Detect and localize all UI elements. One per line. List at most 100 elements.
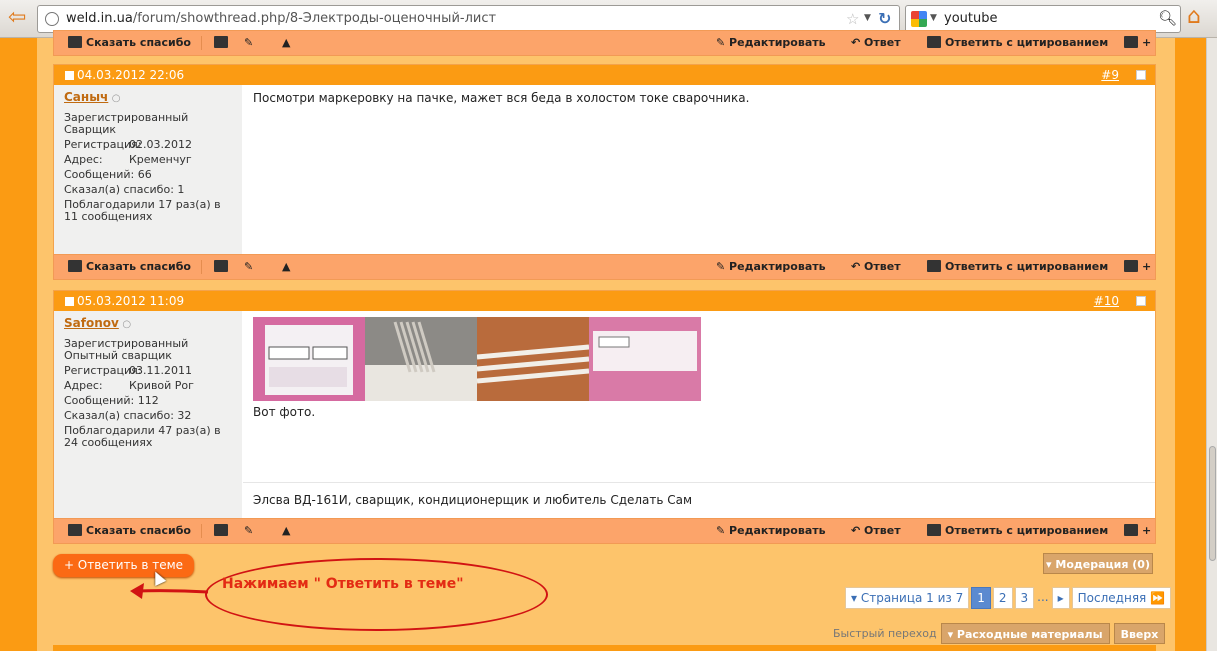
thanks-given-value: 1 [177, 183, 185, 196]
scrollbar[interactable] [1206, 38, 1217, 651]
attachment-image[interactable] [365, 317, 477, 401]
last-page-button[interactable]: Последняя ⏩ [1071, 587, 1172, 609]
url-text[interactable]: weld.in.ua/forum/showthread.php/8-Электр… [66, 11, 496, 26]
ip-button[interactable] [214, 519, 232, 543]
multiquote-button[interactable]: + [1124, 255, 1151, 279]
annotation-ellipse [205, 558, 548, 631]
reload-icon[interactable]: ↻ [878, 9, 898, 29]
page-2[interactable]: 2 [992, 587, 1013, 609]
ip-button[interactable] [214, 255, 232, 279]
username-link[interactable]: Саныч [64, 90, 108, 104]
search-engine-dropdown-icon[interactable]: ▼ [930, 13, 937, 23]
search-bar[interactable]: ▼ youtube 🔍︎ [905, 5, 1181, 33]
thanks-given-value: 32 [177, 409, 192, 422]
registration-label: Регистрация: [64, 364, 142, 377]
google-icon[interactable] [911, 11, 927, 27]
thanks-button[interactable]: Сказать спасибо [68, 519, 191, 543]
reply-label: Ответ [864, 260, 901, 273]
post-number-link[interactable]: #10 [1094, 291, 1119, 311]
back-to-top-button[interactable]: Вверх [1113, 623, 1166, 644]
ip-button[interactable] [214, 31, 232, 55]
edit-button[interactable]: ✎ Редактировать [716, 31, 826, 55]
quote-label: Ответить с цитированием [945, 36, 1109, 49]
username-link[interactable]: Safonov [64, 316, 119, 330]
registration-date: 02.03.2012 [129, 138, 192, 151]
scrollbar-thumb[interactable] [1209, 446, 1216, 561]
forum-jump-select[interactable]: ▾ Расходные материалы [940, 623, 1110, 644]
user-thanks-given: Сказал(а) спасибо: 32 [64, 410, 232, 422]
thanks-button[interactable]: Сказать спасибо [68, 255, 191, 279]
reply-button[interactable]: ↶ Ответ [851, 519, 901, 543]
post-9: 04.03.2012 22:06 #9 Саныч ○ Зарегистриро… [53, 64, 1156, 255]
post-select-checkbox[interactable] [1136, 70, 1146, 80]
attachment-image[interactable] [253, 317, 365, 401]
address-bar[interactable]: weld.in.ua/forum/showthread.php/8-Электр… [37, 5, 900, 33]
multiquote-icon [1124, 260, 1138, 272]
post-icon [65, 297, 74, 306]
thanks-label: Сказать спасибо [86, 36, 191, 49]
reply-button[interactable]: ↶ Ответ [851, 255, 901, 279]
bookmark-star-icon[interactable]: ☆ [846, 10, 859, 28]
report-icon[interactable]: ▲ [282, 31, 290, 55]
quote-button[interactable]: Ответить с цитированием [927, 519, 1108, 543]
multiquote-button[interactable]: + [1124, 519, 1151, 543]
registration-date: 03.11.2011 [129, 364, 192, 377]
edit-button[interactable]: ✎ Редактировать [716, 519, 826, 543]
user-title: Зарегистрированный Опытный сварщик [64, 337, 189, 362]
divider [201, 260, 202, 274]
report-icon[interactable]: ▲ [282, 255, 290, 279]
reply-in-thread-button[interactable]: + Ответить в теме [53, 554, 194, 577]
posts-label: Сообщений: [64, 394, 135, 407]
quote-icon [927, 260, 941, 272]
offline-status-icon: ○ [111, 93, 121, 104]
quote-icon [927, 36, 941, 48]
moderation-button[interactable]: ▾ Модерация (0) [1043, 553, 1153, 574]
attachment-image[interactable] [477, 317, 589, 401]
address-label: Адрес: [64, 153, 103, 166]
reply-button[interactable]: ↶ Ответ [851, 31, 901, 55]
page-3[interactable]: 3 [1014, 587, 1035, 609]
annotation-arrow-icon [130, 583, 209, 599]
edit-label: Редактировать [729, 260, 826, 273]
multiquote-button[interactable]: + [1124, 31, 1151, 55]
edit-button[interactable]: ✎ Редактировать [716, 255, 826, 279]
registration-label: Регистрация: [64, 138, 142, 151]
moderation-label: Модерация (0) [1055, 558, 1150, 571]
home-icon[interactable]: ⌂ [1187, 6, 1211, 30]
divider [201, 36, 202, 50]
search-input[interactable]: youtube [944, 11, 997, 26]
infraction-icon[interactable]: ✎ [244, 31, 253, 55]
next-page-button[interactable]: ▸ [1051, 587, 1070, 609]
page-1[interactable]: 1 [971, 587, 991, 609]
post-select-checkbox[interactable] [1136, 296, 1146, 306]
post-date-header: 05.03.2012 11:09 #10 [54, 291, 1155, 311]
url-path: /forum/showthread.php/8-Электроды-оценоч… [132, 11, 497, 26]
edit-label: Редактировать [729, 524, 826, 537]
multiquote-label: + [1142, 260, 1152, 273]
post-signature: Элсва ВД-161И, сварщик, кондиционерщик и… [243, 482, 1155, 518]
post-number-link[interactable]: #9 [1101, 65, 1119, 85]
infraction-icon[interactable]: ✎ [244, 519, 253, 543]
offline-status-icon: ○ [122, 319, 132, 330]
user-info-panel: Safonov ○ Зарегистрированный Опытный сва… [54, 311, 242, 518]
url-dropdown-icon[interactable]: ▼ [864, 13, 871, 23]
infraction-icon[interactable]: ✎ [244, 255, 253, 279]
thanks-given-label: Сказал(а) спасибо: [64, 409, 174, 422]
post-controls-bar: Сказать спасибо ✎ ▲ ✎ Редактировать ↶ От… [53, 30, 1156, 56]
user-thanked: Поблагодарили 47 раз(а) в 24 сообщениях [64, 424, 221, 449]
quote-button[interactable]: Ответить с цитированием [927, 31, 1108, 55]
search-icon[interactable]: 🔍︎ [1158, 9, 1177, 27]
report-icon[interactable]: ▲ [282, 519, 290, 543]
quote-label: Ответить с цитированием [945, 524, 1109, 537]
multiquote-icon [1124, 36, 1138, 48]
back-arrow-icon[interactable]: ⇦ [8, 7, 34, 30]
annotation-text: Нажимаем " Ответить в теме" [222, 576, 464, 592]
quote-button[interactable]: Ответить с цитированием [927, 255, 1108, 279]
thanks-given-label: Сказал(а) спасибо: [64, 183, 174, 196]
multiquote-label: + [1142, 524, 1152, 537]
thanks-button[interactable]: Сказать спасибо [68, 31, 191, 55]
reply-label: Ответ [864, 36, 901, 49]
attachment-image[interactable] [589, 317, 701, 401]
page-count-label[interactable]: ▾ Страница 1 из 7 [845, 587, 970, 609]
url-domain: weld.in.ua [66, 11, 133, 26]
